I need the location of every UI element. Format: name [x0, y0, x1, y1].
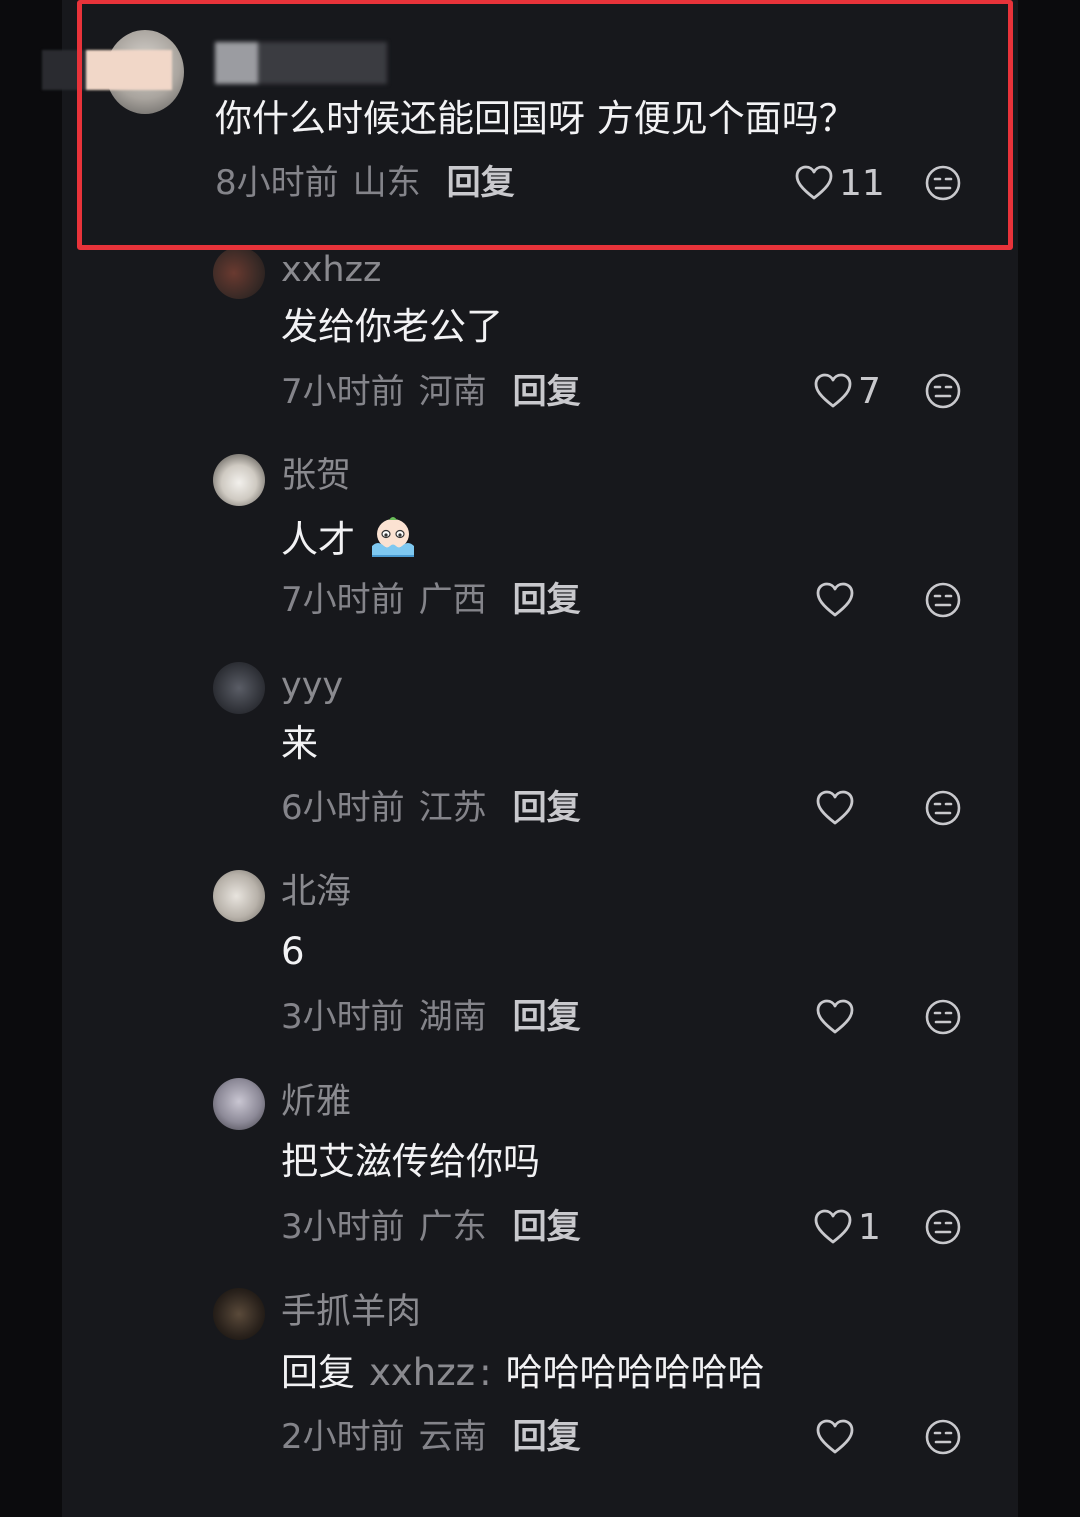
reply-target-username[interactable]: xxhzz [369, 1351, 475, 1394]
more-emoji-icon[interactable] [925, 790, 961, 826]
reply-button[interactable]: 回复 [513, 788, 581, 828]
comment-meta: 8小时前 山东 回复 [215, 163, 515, 203]
comment-username[interactable]: 炘雅 [281, 1082, 351, 1122]
comment-meta: 7小时前 广西 回复 [281, 580, 581, 620]
comment-meta: 7小时前 河南 回复 [281, 372, 581, 412]
comment-text: 人才 [281, 514, 417, 562]
more-emoji-icon[interactable] [925, 373, 961, 409]
heart-icon [816, 999, 854, 1034]
comment-screen [62, 0, 1018, 1517]
heart-icon [816, 790, 854, 825]
comment-text: 回复 xxhzz: 哈哈哈哈哈哈哈 [281, 1351, 765, 1395]
comment-meta: 2小时前 云南 回复 [281, 1417, 581, 1457]
comment-text-value: 人才 [281, 518, 355, 561]
comment-meta: 6小时前 江苏 回复 [281, 788, 581, 828]
comment-username[interactable]: 手抓羊肉 [281, 1292, 421, 1332]
comment-region: 广东 [418, 1207, 487, 1247]
reply-button[interactable]: 回复 [513, 1417, 581, 1457]
like-button[interactable]: 1 [814, 1205, 881, 1249]
comment-region: 云南 [418, 1417, 487, 1457]
comment-text-value: 哈哈哈哈哈哈哈 [505, 1351, 765, 1394]
avatar[interactable] [213, 1078, 265, 1130]
comment-region: 湖南 [418, 997, 487, 1037]
comment-time: 7小时前 [281, 580, 405, 620]
comment-username[interactable]: xxhzz [281, 250, 381, 290]
more-emoji-icon[interactable] [925, 1419, 961, 1455]
avatar[interactable] [213, 1288, 265, 1340]
comment-meta: 3小时前 广东 回复 [281, 1207, 581, 1247]
like-button[interactable] [816, 786, 860, 830]
comment-time: 7小时前 [281, 372, 405, 412]
like-button[interactable]: 7 [814, 369, 881, 413]
like-count: 1 [858, 1206, 881, 1248]
avatar[interactable] [213, 454, 265, 506]
avatar[interactable] [213, 662, 265, 714]
comment-text: 你什么时候还能回国呀 方便见个面吗？ [215, 97, 856, 140]
reply-button[interactable]: 回复 [513, 997, 581, 1037]
comment-time: 3小时前 [281, 1207, 405, 1247]
comment-text: 6 [281, 930, 305, 973]
heart-icon [816, 1419, 854, 1454]
comment-time: 3小时前 [281, 997, 405, 1037]
reply-colon: : [479, 1351, 492, 1394]
comment-time: 8小时前 [215, 163, 339, 203]
reply-button[interactable]: 回复 [513, 580, 581, 620]
comment-region: 广西 [418, 580, 487, 620]
crying-emoji-icon [371, 517, 414, 557]
comment-time: 2小时前 [281, 1417, 405, 1457]
heart-icon [814, 1209, 852, 1244]
comment-text: 把艾滋传给你吗 [281, 1140, 540, 1183]
comment-region: 江苏 [418, 788, 487, 828]
comment-region: 山东 [352, 163, 421, 203]
like-button[interactable] [816, 995, 860, 1039]
comment-meta: 3小时前 湖南 回复 [281, 997, 581, 1037]
reply-button[interactable]: 回复 [513, 1207, 581, 1247]
like-button[interactable] [816, 578, 860, 622]
more-emoji-icon[interactable] [925, 999, 961, 1035]
comment-username[interactable]: 张贺 [281, 456, 351, 496]
comment-text: 来 [281, 722, 318, 765]
avatar[interactable] [213, 870, 265, 922]
heart-icon [814, 373, 852, 408]
avatar[interactable] [213, 247, 265, 299]
like-count: 7 [858, 370, 881, 412]
comment-time: 6小时前 [281, 788, 405, 828]
reply-button[interactable]: 回复 [513, 372, 581, 412]
comment-text: 发给你老公了 [281, 305, 503, 348]
like-button[interactable] [816, 1415, 860, 1459]
more-emoji-icon[interactable] [925, 582, 961, 618]
comment-username[interactable]: yyy [281, 666, 343, 706]
reply-prefix: 回复 [281, 1351, 355, 1394]
like-button[interactable]: 11 [795, 161, 885, 205]
heart-icon [795, 165, 833, 200]
like-count: 11 [839, 162, 885, 204]
comment-region: 河南 [418, 372, 487, 412]
avatar-mosaic [42, 50, 172, 90]
username-mosaic [215, 42, 387, 84]
more-emoji-icon[interactable] [925, 1209, 961, 1245]
comment-username[interactable]: 北海 [281, 872, 351, 912]
more-emoji-icon[interactable] [925, 165, 961, 201]
reply-button[interactable]: 回复 [447, 163, 515, 203]
heart-icon [816, 582, 854, 617]
